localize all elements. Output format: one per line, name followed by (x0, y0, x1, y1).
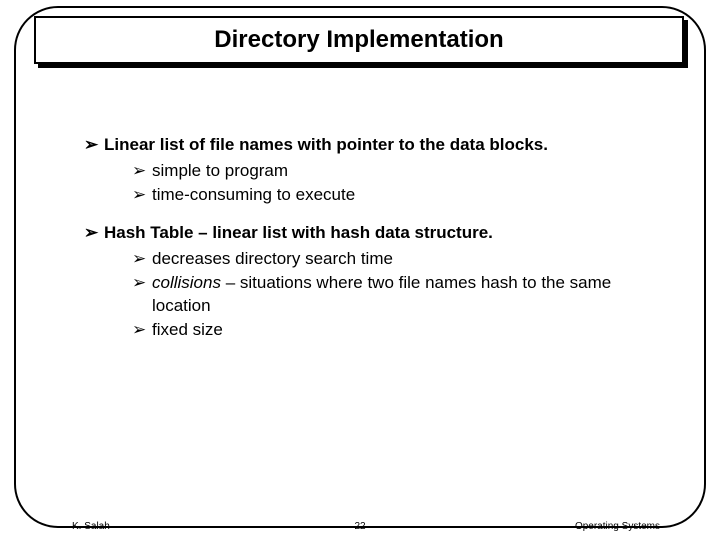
bullet-2: ➢ Hash Table – linear list with hash dat… (84, 222, 664, 244)
arrow-icon: ➢ (84, 134, 98, 156)
bullet-1-sublist: ➢ simple to program ➢ time-consuming to … (132, 160, 664, 206)
title-box: Directory Implementation (34, 16, 684, 64)
bullet-2-sub-1: ➢ decreases directory search time (132, 248, 664, 270)
bullet-1-text: Linear list of file names with pointer t… (104, 135, 548, 154)
bullet-1-sub-1-text: simple to program (152, 161, 288, 180)
footer: K. Salah 22 Operating Systems (0, 514, 720, 532)
bullet-1-sub-1: ➢ simple to program (132, 160, 664, 182)
footer-course: Operating Systems (575, 521, 660, 532)
content-area: ➢ Linear list of file names with pointer… (84, 134, 664, 357)
bullet-2-sub-2: ➢ collisions – situations where two file… (132, 272, 664, 316)
bullet-2-sub-3: ➢ fixed size (132, 319, 664, 341)
slide-title: Directory Implementation (214, 26, 503, 54)
arrow-icon: ➢ (132, 319, 146, 341)
bullet-2-sublist: ➢ decreases directory search time ➢ coll… (132, 248, 664, 340)
arrow-icon: ➢ (132, 248, 146, 270)
bullet-2-sub-2-rest: – situations where two file names hash t… (152, 273, 611, 314)
bullet-1-sub-2: ➢ time-consuming to execute (132, 184, 664, 206)
bullet-2-sub-1-text: decreases directory search time (152, 249, 393, 268)
bullet-1-sub-2-text: time-consuming to execute (152, 185, 355, 204)
bullet-2-sub-3-text: fixed size (152, 320, 223, 339)
bullet-2-sub-2-italic: collisions (152, 273, 221, 292)
arrow-icon: ➢ (132, 160, 146, 182)
arrow-icon: ➢ (132, 184, 146, 206)
slide: Directory Implementation ➢ Linear list o… (0, 0, 720, 540)
bullet-2-text: Hash Table – linear list with hash data … (104, 223, 493, 242)
arrow-icon: ➢ (132, 272, 146, 294)
arrow-icon: ➢ (84, 222, 98, 244)
bullet-1: ➢ Linear list of file names with pointer… (84, 134, 664, 156)
